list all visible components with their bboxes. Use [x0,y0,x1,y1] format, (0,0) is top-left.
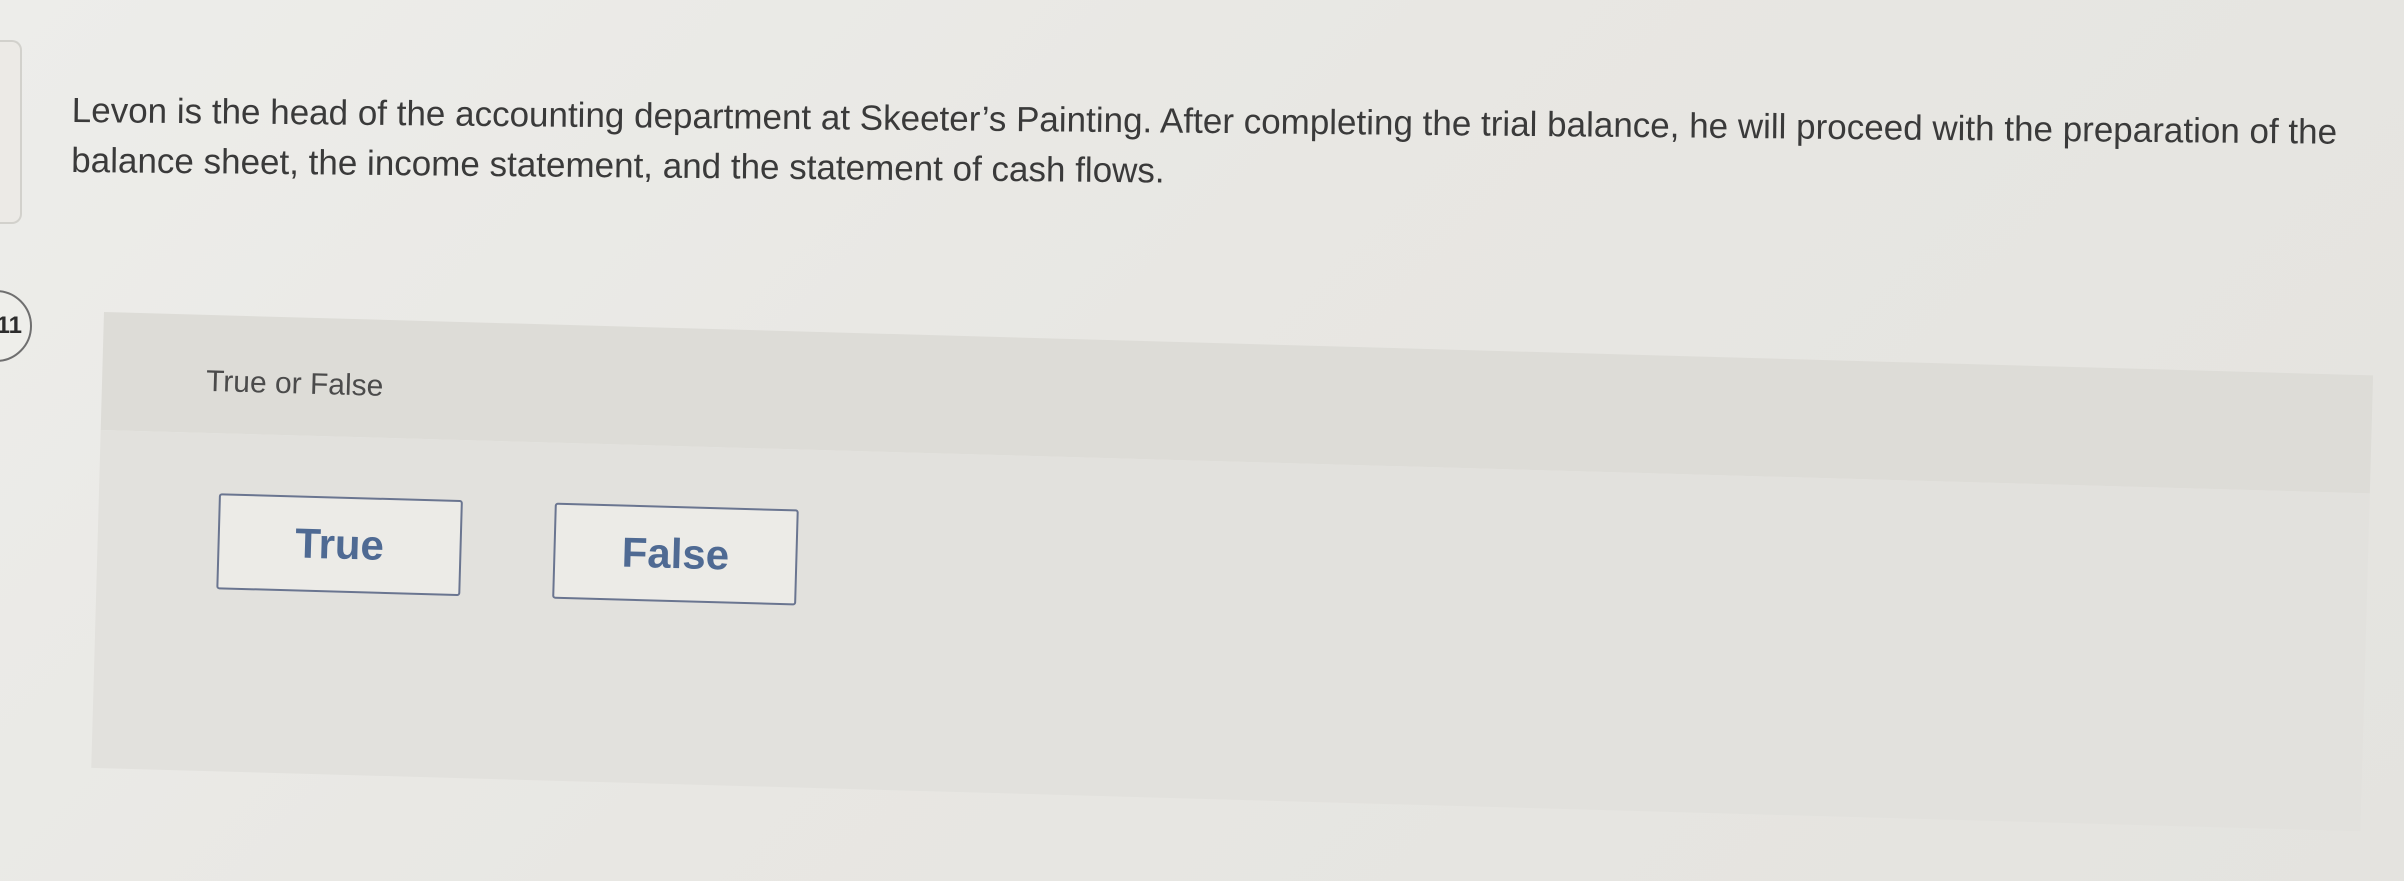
quiz-page: :11 Levon is the head of the accounting … [0,0,2404,881]
answer-panel: True or False True False [91,312,2374,832]
question-text: Levon is the head of the accounting depa… [71,90,2338,191]
question-number-label: :11 [0,312,22,339]
answer-type-label: True or False [205,364,384,403]
left-edge-panel [0,40,22,224]
false-button[interactable]: False [552,502,799,606]
question-number-badge[interactable]: :11 [0,290,32,362]
answer-options: True False [91,429,2370,832]
true-button[interactable]: True [216,493,463,597]
